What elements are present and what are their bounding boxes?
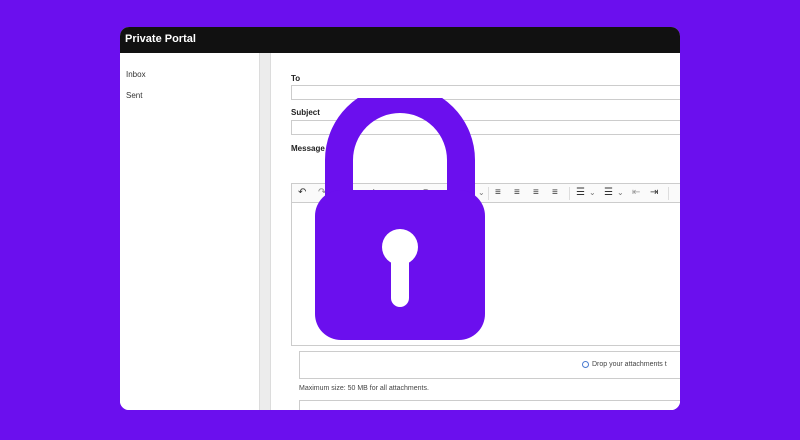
toolbar-separator [488,187,489,200]
align-justify-icon[interactable]: ≡ [552,187,558,199]
outdent-icon[interactable]: ⇤ [632,187,640,199]
sidebar-item-inbox[interactable]: Inbox [126,70,146,79]
panel-divider [260,53,270,410]
sidebar: Inbox Sent [120,53,260,410]
align-center-icon[interactable]: ≡ [514,187,520,199]
toolbar-separator [668,187,669,200]
max-size-note: Maximum size: 50 MB for all attachments. [299,385,429,392]
bullet-list-icon[interactable]: ☰ [576,187,585,199]
padlock-shackle [325,98,475,197]
sidebar-item-sent[interactable]: Sent [126,91,142,100]
padlock-icon [315,98,485,340]
title-bar: Private Portal [120,27,680,53]
dropzone-text: Drop your attachments t [592,361,667,368]
to-label: To [291,74,301,83]
chevron-down-icon: ⌄ [589,188,596,197]
attachment-dropzone[interactable]: Drop your attachments t [299,351,680,379]
window-title: Private Portal [125,33,196,45]
info-icon [582,361,589,368]
keyhole-slot [391,248,409,307]
align-left-icon[interactable]: ≡ [495,187,501,199]
chevron-down-icon: ⌄ [617,188,624,197]
align-right-icon[interactable]: ≡ [533,187,539,199]
attachment-list [299,400,680,410]
undo-icon[interactable]: ↶ [298,187,306,199]
indent-icon[interactable]: ⇥ [650,187,658,199]
numbered-list-icon[interactable]: ☰ [604,187,613,199]
toolbar-separator [569,187,570,200]
